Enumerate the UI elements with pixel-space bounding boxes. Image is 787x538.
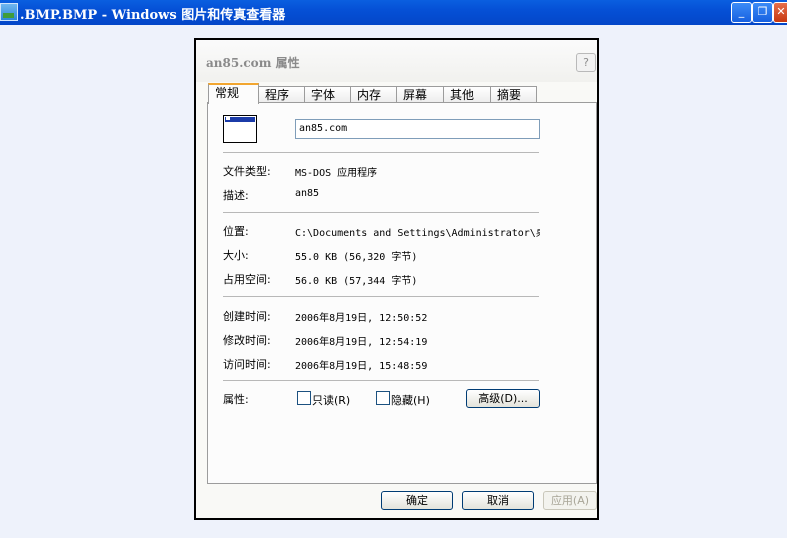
modified-label: 修改时间: (223, 334, 271, 347)
readonly-checkbox[interactable] (297, 391, 311, 405)
created-value: 2006年8月19日, 12:50:52 (295, 313, 428, 324)
tab-summary[interactable]: 摘要 (490, 86, 537, 103)
tab-program[interactable]: 程序 (258, 86, 305, 103)
accessed-value: 2006年8月19日, 15:48:59 (295, 361, 428, 372)
advanced-button[interactable]: 高级(D)... (466, 389, 540, 408)
image-frame: an85.com 属性 ? 常规 程序 字体 内存 屏幕 其他 摘要 an85.… (194, 38, 599, 520)
window-title: .BMP.BMP - Windows 图片和传真查看器 (20, 8, 286, 23)
divider (223, 152, 539, 153)
tab-memory[interactable]: 内存 (350, 86, 397, 103)
size-value: 55.0 KB (56,320 字节) (295, 252, 418, 263)
restore-button[interactable]: ❐ (752, 2, 773, 23)
location-label: 位置: (223, 225, 249, 238)
description-value: an85 (295, 188, 320, 199)
dialog-title-bar: an85.com 属性 ? (196, 40, 597, 82)
type-label: 文件类型: (223, 165, 271, 178)
tab-general[interactable]: 常规 (208, 83, 259, 104)
divider (223, 212, 539, 213)
location-value: C:\Documents and Settings\Administrator\… (295, 228, 540, 239)
help-button[interactable]: ? (576, 53, 596, 72)
type-value: MS-DOS 应用程序 (295, 168, 378, 179)
size-label: 大小: (223, 249, 249, 262)
tab-screen[interactable]: 屏幕 (396, 86, 444, 103)
file-name-field[interactable]: an85.com (295, 119, 540, 139)
tab-font[interactable]: 字体 (304, 86, 351, 103)
description-label: 描述: (223, 189, 249, 202)
dialog-title: an85.com 属性 (206, 56, 300, 70)
disk-size-value: 56.0 KB (57,344 字节) (295, 276, 418, 287)
minimize-button[interactable]: _ (731, 2, 752, 23)
hidden-label[interactable]: 隐藏(H) (391, 392, 430, 408)
divider (223, 380, 539, 381)
hidden-checkbox[interactable] (376, 391, 390, 405)
apply-button[interactable]: 应用(A) (543, 491, 597, 510)
ok-button[interactable]: 确定 (381, 491, 453, 510)
tab-misc[interactable]: 其他 (443, 86, 491, 103)
picture-viewer-icon (0, 3, 18, 21)
created-label: 创建时间: (223, 310, 271, 323)
viewer-title-bar: .BMP.BMP - Windows 图片和传真查看器 _ ❐ ✕ (0, 0, 787, 25)
cancel-button[interactable]: 取消 (462, 491, 534, 510)
msdos-app-icon (223, 115, 257, 143)
divider (223, 296, 539, 297)
attributes-label: 属性: (223, 393, 249, 406)
close-button[interactable]: ✕ (773, 2, 787, 23)
accessed-label: 访问时间: (223, 358, 271, 371)
general-tab-panel (207, 102, 597, 484)
properties-dialog: an85.com 属性 ? 常规 程序 字体 内存 屏幕 其他 摘要 an85.… (196, 40, 597, 518)
disk-size-label: 占用空间: (223, 273, 271, 286)
readonly-label[interactable]: 只读(R) (312, 392, 350, 408)
modified-value: 2006年8月19日, 12:54:19 (295, 337, 428, 348)
